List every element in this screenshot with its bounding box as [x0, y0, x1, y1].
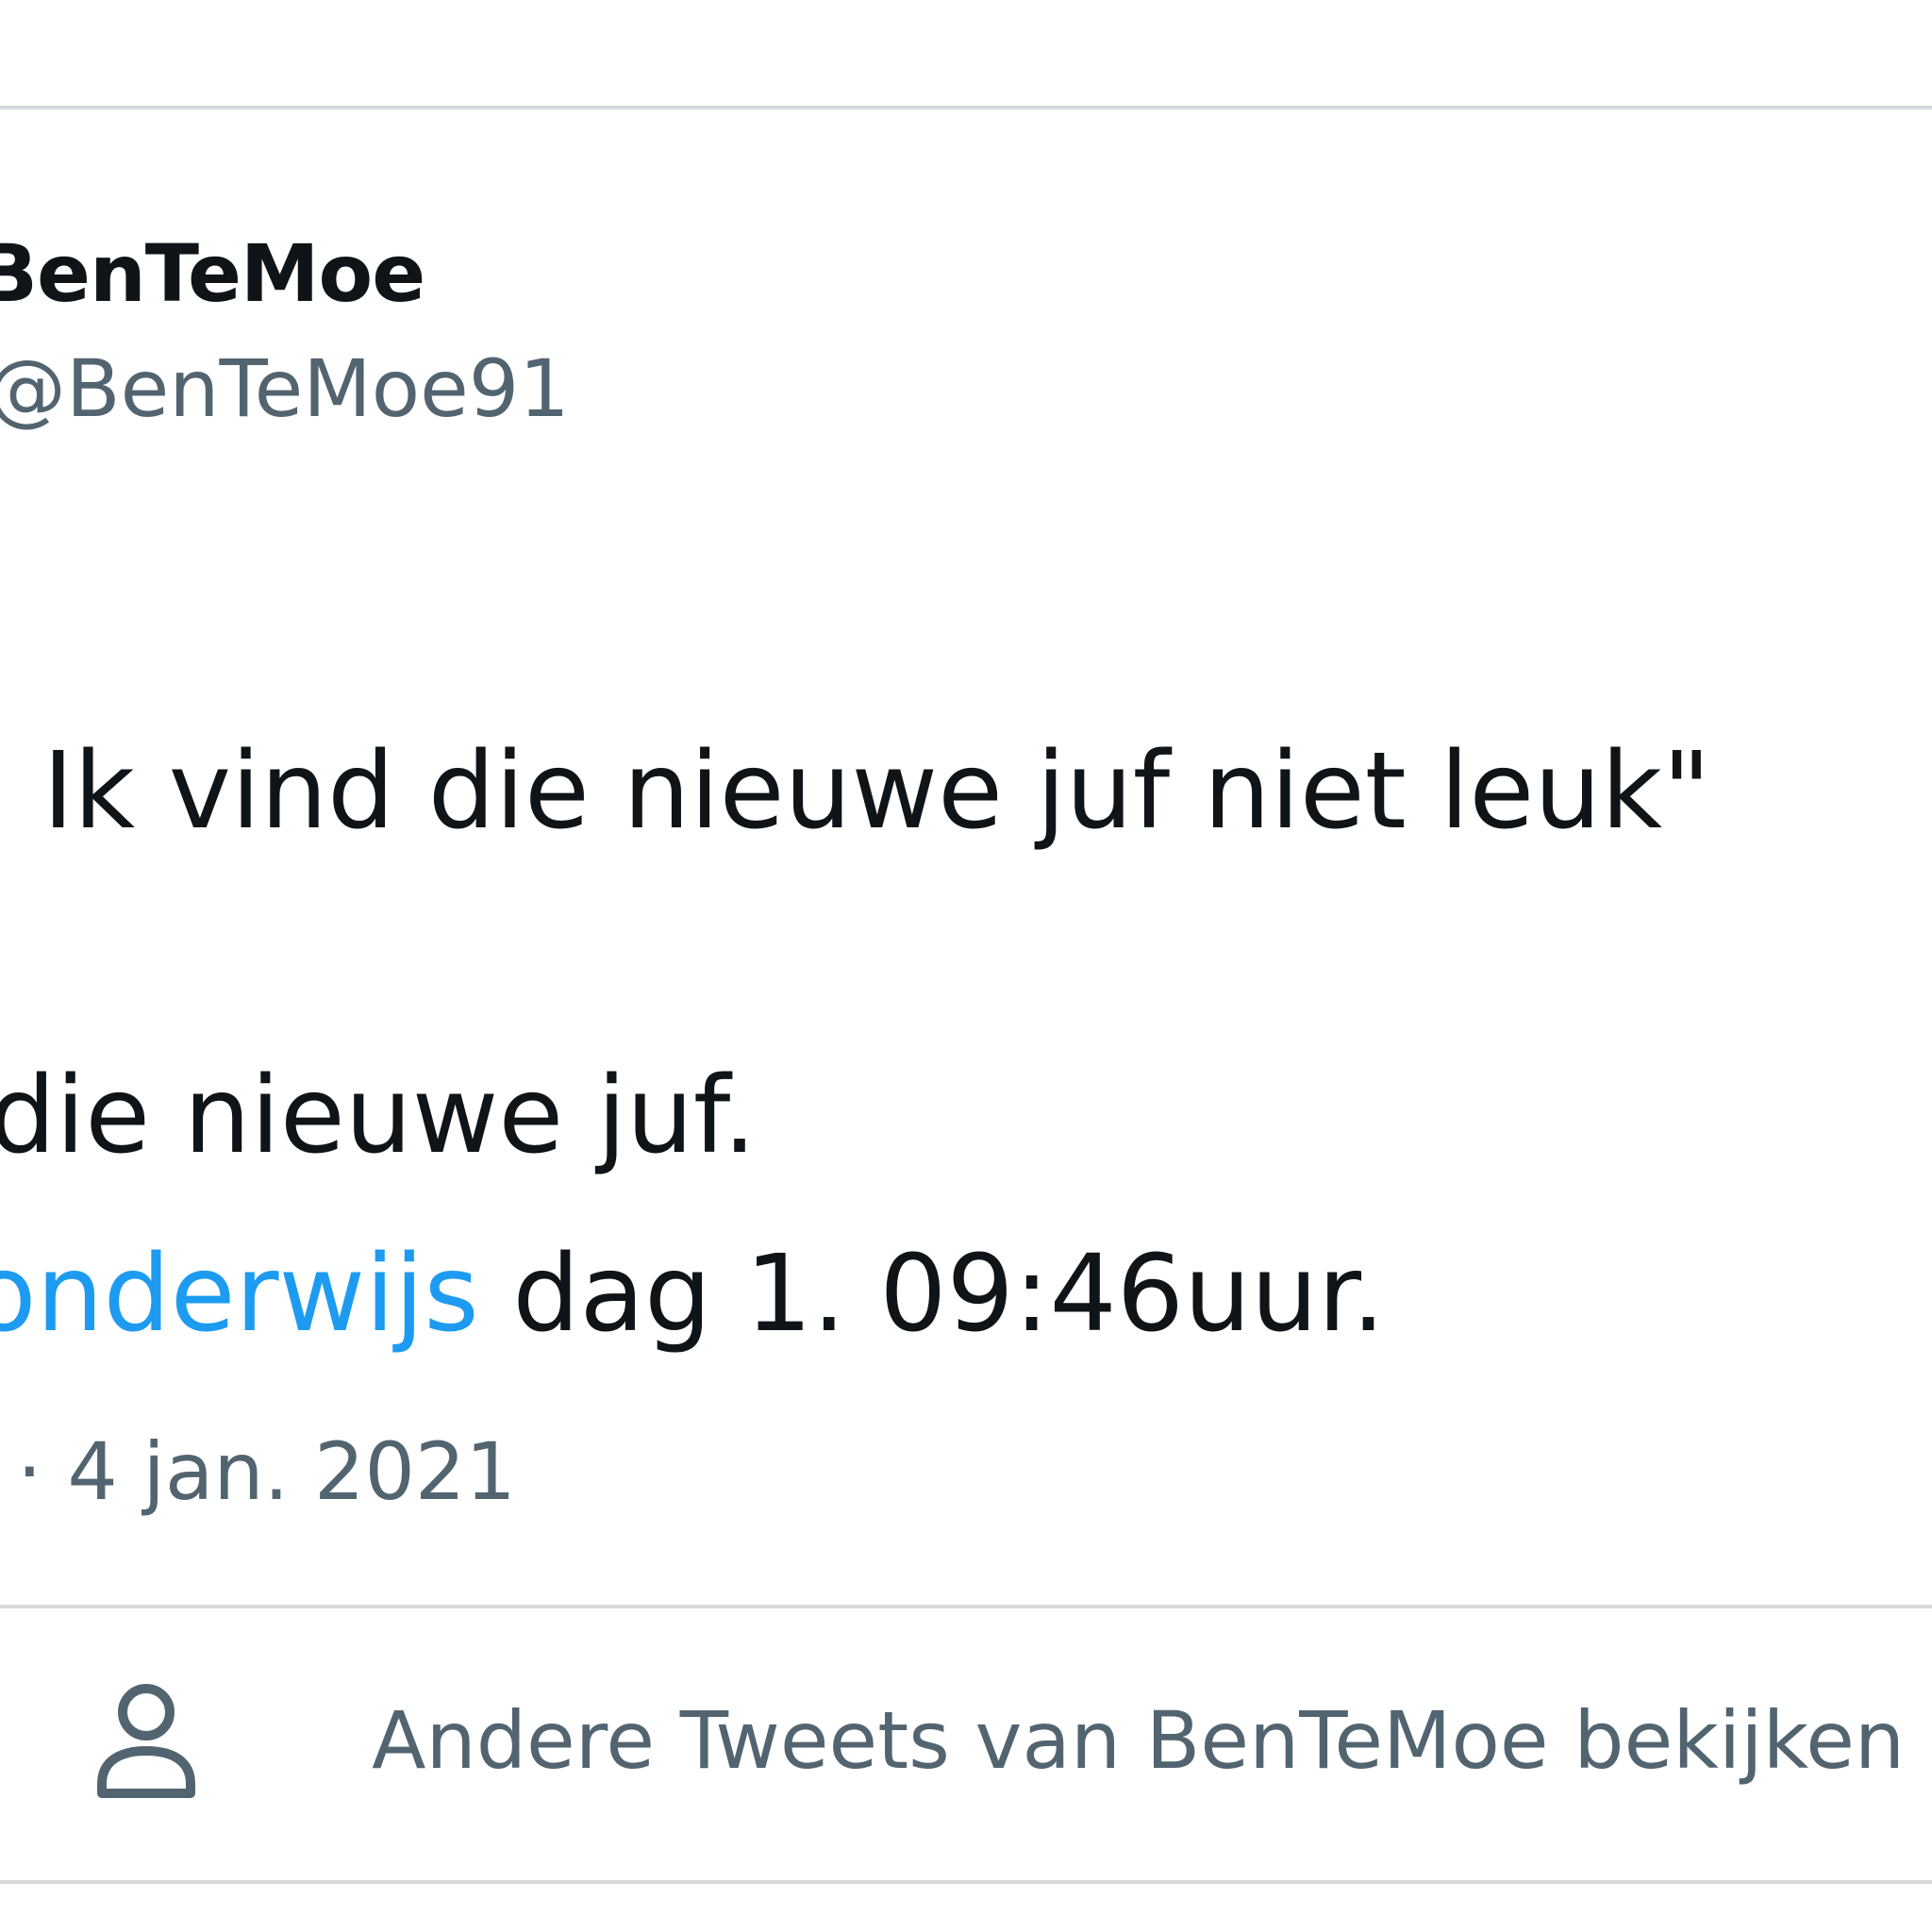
more-tweets-link[interactable]: Andere Tweets van BenTeMoe bekijken — [94, 1670, 1905, 1811]
footer-divider — [0, 1605, 1932, 1608]
more-tweets-label: Andere Tweets van BenTeMoe bekijken — [372, 1694, 1906, 1787]
top-divider — [0, 106, 1932, 109]
person-icon — [97, 1684, 195, 1798]
tweet-text-line: die nieuwe juf. — [0, 1055, 757, 1177]
hashtag-link[interactable]: onderwijs — [0, 1233, 479, 1356]
tweet-text-suffix: dag 1. 09:46uur. — [478, 1233, 1386, 1356]
author-display-name[interactable]: BenTeMoe — [0, 234, 425, 313]
tweet-timestamp[interactable]: · 4 jan. 2021 — [17, 1432, 516, 1511]
tweet-text-line: onderwijs dag 1. 09:46uur. — [0, 1241, 1385, 1347]
author-handle[interactable]: @BenTeMoe91 — [0, 349, 570, 428]
tweet-text-line: . Ik vind die nieuwe juf niet leuk" — [0, 730, 1711, 853]
tweet-embed: BenTeMoe @BenTeMoe91 . Ik vind die nieuw… — [0, 0, 1932, 1932]
bottom-divider — [0, 1880, 1932, 1884]
